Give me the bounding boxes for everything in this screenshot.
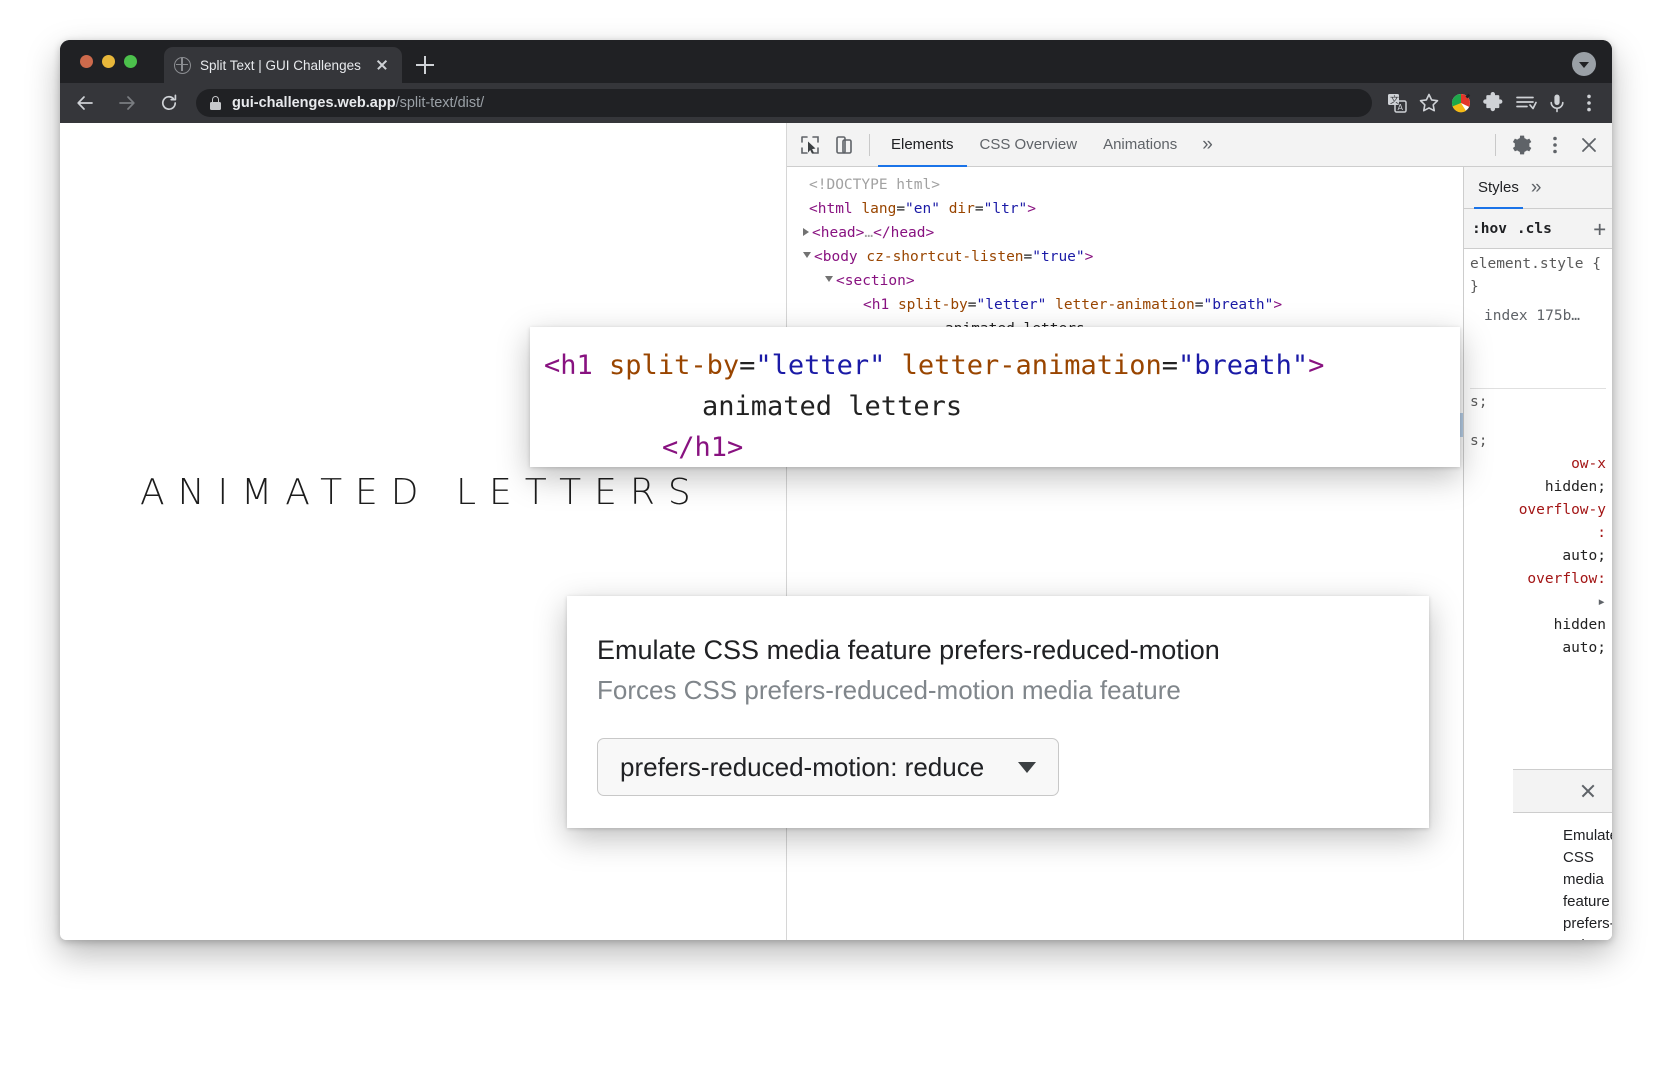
gear-icon[interactable]: [1504, 130, 1538, 160]
callout-prefers-reduced-motion-select[interactable]: prefers-reduced-motion: reduce: [597, 738, 1059, 796]
dom-line-head[interactable]: <head>…</head>: [787, 221, 1463, 245]
callout-emulate-subtitle: Forces CSS prefers-reduced-motion media …: [597, 670, 1429, 710]
overflow-y-prop[interactable]: overflow-y: [1470, 499, 1606, 522]
globe-icon: [174, 57, 191, 74]
expand-triangle-icon[interactable]: ▸: [1470, 591, 1606, 614]
minimize-window-dot[interactable]: [102, 55, 115, 68]
callout-tag-close: >: [1308, 350, 1324, 381]
tab-strip: Split Text | GUI Challenges: [60, 40, 1612, 83]
callout-attr2-name: letter-animation: [902, 350, 1162, 381]
emulate-title: Emulate CSS media feature prefers-reduce…: [1563, 825, 1612, 940]
colon-sep: :: [1470, 522, 1606, 545]
dom-line-doctype[interactable]: <!DOCTYPE html>: [787, 173, 1463, 197]
callout-attr2-value: "breath": [1178, 350, 1308, 381]
collapse-triangle-icon: [825, 276, 833, 282]
drawer-toolbar: [1513, 770, 1612, 813]
rendering-pane: Emulate CSS media feature prefers-reduce…: [1513, 813, 1612, 940]
reading-list-icon[interactable]: [1510, 88, 1540, 118]
back-arrow-icon[interactable]: [68, 86, 102, 120]
callout-tag-open: <h1: [544, 350, 593, 381]
more-tabs-icon[interactable]: »: [1190, 123, 1225, 167]
svg-text:A: A: [1398, 103, 1404, 112]
extension-colored-icon[interactable]: [1446, 88, 1476, 118]
kebab-menu-icon[interactable]: [1538, 130, 1572, 160]
style-source-link[interactable]: index 175b…: [1470, 305, 1606, 328]
microphone-icon[interactable]: [1542, 88, 1572, 118]
chevron-down-icon: [1018, 762, 1036, 773]
dom-line-h1[interactable]: <h1 split-by="letter" letter-animation="…: [787, 293, 1463, 317]
toolbar-divider: [869, 134, 870, 156]
inspect-cursor-icon[interactable]: [793, 130, 827, 160]
puzzle-extension-icon[interactable]: [1478, 88, 1508, 118]
tab-title: Split Text | GUI Challenges: [200, 58, 366, 73]
element-style-close: }: [1470, 276, 1606, 299]
window-traffic-lights: [80, 55, 137, 68]
dom-line-body[interactable]: <body cz-shortcut-listen="true">: [787, 245, 1463, 269]
callout-text-node: animated letters: [544, 386, 1460, 427]
cls-toggle[interactable]: .cls: [1517, 221, 1552, 237]
overflow-value-1[interactable]: hidden: [1470, 614, 1606, 637]
callout-emulate-magnifier: Emulate CSS media feature prefers-reduce…: [567, 596, 1429, 828]
styles-panel-header: Styles »: [1464, 167, 1612, 209]
overflow-prop[interactable]: overflow:: [1470, 568, 1606, 591]
callout-code-line1: <h1 split-by="letter" letter-animation="…: [544, 345, 1460, 386]
kebab-menu-icon[interactable]: [1574, 88, 1604, 118]
toolbar-divider-right: [1495, 134, 1496, 156]
overflow-y-value[interactable]: auto;: [1470, 545, 1606, 568]
hov-toggle[interactable]: :hov: [1472, 221, 1507, 237]
device-toolbar-icon[interactable]: [827, 130, 861, 160]
url-text: gui-challenges.web.app/split-text/dist/: [232, 95, 484, 111]
callout-code-magnifier: <h1 split-by="letter" letter-animation="…: [530, 327, 1460, 467]
close-icon[interactable]: [1576, 779, 1600, 803]
styles-fragment: s;: [1470, 430, 1606, 453]
browser-tab[interactable]: Split Text | GUI Challenges: [164, 47, 402, 83]
dom-line-section[interactable]: <section>: [787, 269, 1463, 293]
devtools-toolbar: Elements CSS Overview Animations »: [787, 123, 1612, 167]
styles-fragment: s;: [1470, 391, 1606, 414]
reload-icon[interactable]: [152, 86, 186, 120]
overflow-value-2[interactable]: auto;: [1470, 637, 1606, 660]
lock-icon: [210, 96, 221, 110]
close-icon[interactable]: [1572, 130, 1606, 160]
overflow-x-prop[interactable]: ow-x: [1470, 453, 1606, 476]
tab-css-overview[interactable]: CSS Overview: [967, 123, 1091, 167]
page-title: animated letters: [140, 472, 704, 513]
new-tab-button[interactable]: [412, 52, 438, 78]
add-rule-button[interactable]: +: [1593, 217, 1606, 241]
tab-animations[interactable]: Animations: [1090, 123, 1190, 167]
url-path: /split-text/dist/: [396, 95, 485, 111]
styles-more-icon[interactable]: »: [1523, 167, 1550, 209]
styles-state-bar: :hov .cls +: [1464, 209, 1612, 249]
tab-styles[interactable]: Styles: [1474, 167, 1523, 209]
close-window-dot[interactable]: [80, 55, 93, 68]
devtools-toolbar-right: [1487, 130, 1606, 160]
callout-closing-tag: </h1>: [544, 427, 1460, 467]
toolbar-icons: 文 A: [1382, 88, 1604, 118]
maximize-window-dot[interactable]: [124, 55, 137, 68]
navigation-toolbar: gui-challenges.web.app/split-text/dist/ …: [60, 83, 1612, 123]
url-host: gui-challenges.web.app: [232, 95, 396, 111]
forward-arrow-icon[interactable]: [110, 86, 144, 120]
expand-triangle-icon: [803, 228, 809, 236]
devtools-drawer: Emulate CSS media feature prefers-reduce…: [1513, 769, 1612, 940]
overflow-x-value[interactable]: hidden;: [1470, 476, 1606, 499]
translate-icon[interactable]: 文 A: [1382, 88, 1412, 118]
dom-line-html[interactable]: <html lang="en" dir="ltr">: [787, 197, 1463, 221]
collapse-triangle-icon: [803, 252, 811, 258]
tab-elements[interactable]: Elements: [878, 123, 967, 167]
callout-emulate-title: Emulate CSS media feature prefers-reduce…: [597, 630, 1429, 670]
bookmark-star-icon[interactable]: [1414, 88, 1444, 118]
close-icon[interactable]: [372, 55, 392, 75]
callout-attr1-value: "letter": [755, 350, 885, 381]
profile-chevron-icon[interactable]: [1572, 52, 1596, 76]
callout-select-value: prefers-reduced-motion: reduce: [620, 752, 984, 783]
callout-attr1-name: split-by: [609, 350, 739, 381]
address-bar[interactable]: gui-challenges.web.app/split-text/dist/: [196, 89, 1372, 117]
element-style-rule[interactable]: element.style {: [1470, 253, 1606, 276]
